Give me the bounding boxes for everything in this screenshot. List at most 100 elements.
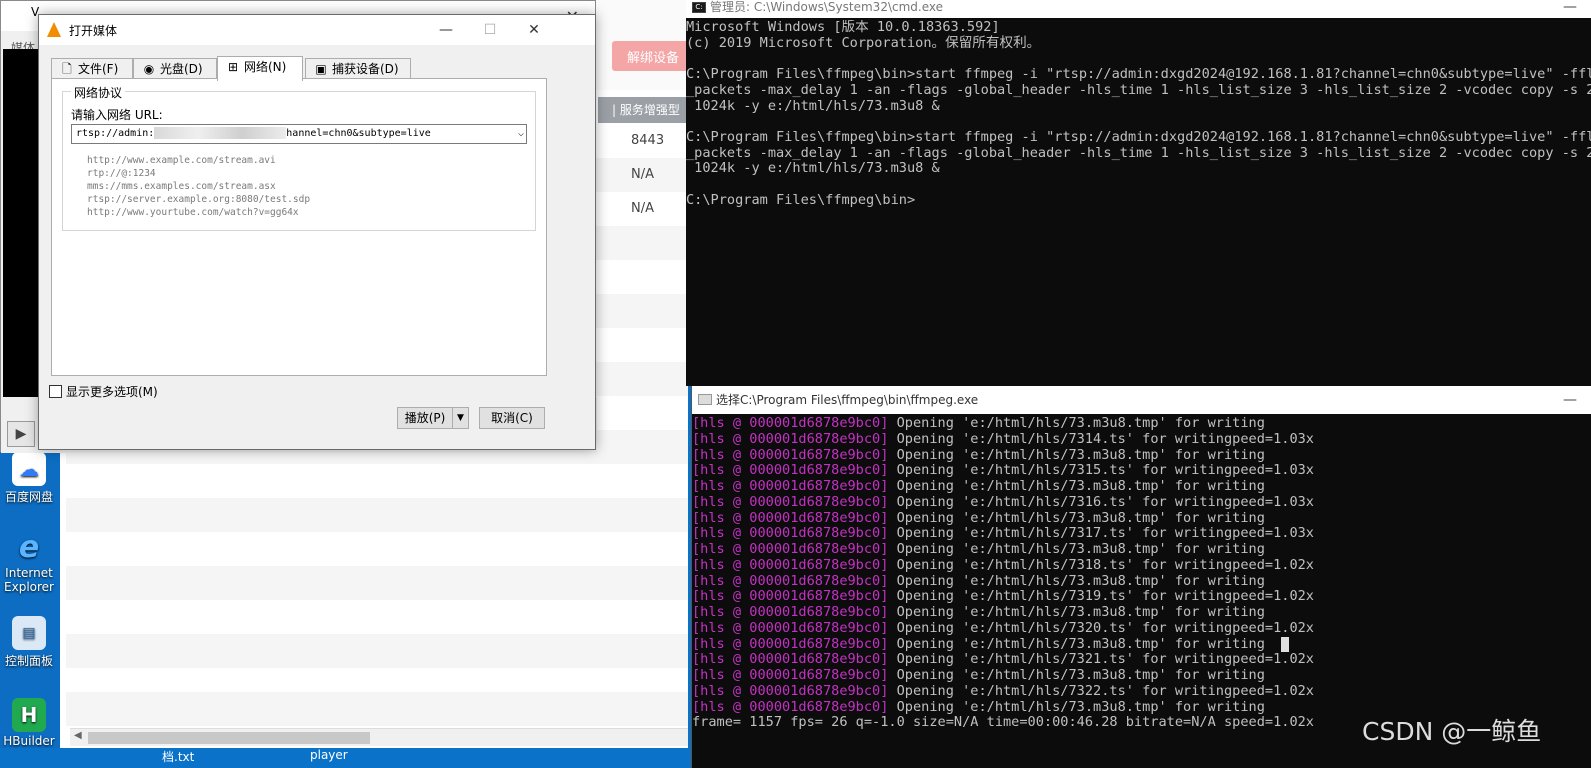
desktop-icon-label: 控制面板 bbox=[4, 654, 53, 668]
desktop-icon-ie[interactable]: e Internet Explorer bbox=[0, 529, 58, 595]
tab-network[interactable]: ⊞ 网络(N) bbox=[217, 56, 303, 81]
vlc-cone-icon bbox=[47, 22, 61, 37]
show-more-options[interactable]: 显示更多选项(M) bbox=[49, 383, 158, 400]
open-media-dialog: 打开媒体 — ☐ ✕ 🗋 文件(F) ◉ 光盘(D) ⊞ 网络(N) ▣ 捕获设… bbox=[38, 14, 596, 450]
console-line: [hls @ 000001d6878e9bc0] Opening 'e:/htm… bbox=[692, 651, 1591, 668]
unbind-device-button[interactable]: 解绑设备 bbox=[612, 41, 694, 71]
log-text: Opening 'e:/html/hls/73.m3u8.tmp' for wr… bbox=[888, 698, 1265, 715]
desktop-icon-baidu[interactable]: ☁ 百度网盘 bbox=[0, 452, 58, 505]
log-prefix: [hls @ 000001d6878e9bc0] bbox=[692, 430, 889, 447]
cmd-admin-window: C: 管理员: C:\Windows\System32\cmd.exe — Mi… bbox=[686, 0, 1591, 386]
scroll-left-icon[interactable]: ◀ bbox=[74, 730, 82, 741]
desktop-file-label[interactable]: player bbox=[310, 748, 348, 762]
log-text: Opening 'e:/html/hls/73.m3u8.tmp' for wr… bbox=[888, 478, 1265, 494]
capture-device-icon: ▣ bbox=[315, 62, 327, 76]
console-line: [hls @ 000001d6878e9bc0] Opening 'e:/htm… bbox=[692, 556, 1591, 574]
console-line: [hls @ 000001d6878e9bc0] Opening 'e:/htm… bbox=[692, 462, 1591, 479]
table-row bbox=[66, 634, 688, 668]
show-more-options-label: 显示更多选项(M) bbox=[66, 385, 158, 399]
minimize-icon[interactable]: — bbox=[1563, 0, 1577, 14]
tab-label: 网络(N) bbox=[244, 60, 287, 74]
log-prefix: [hls @ 000001d6878e9bc0] bbox=[692, 509, 889, 526]
console-line: C:\Program Files\ffmpeg\bin>start ffmpeg… bbox=[686, 128, 1591, 145]
tab-label: 捕获设备(D) bbox=[332, 62, 399, 76]
minimize-icon[interactable]: — bbox=[425, 18, 467, 42]
console-line: [hls @ 000001d6878e9bc0] Opening 'e:/htm… bbox=[692, 541, 1591, 558]
console-line: [hls @ 000001d6878e9bc0] Opening 'e:/htm… bbox=[692, 430, 1591, 448]
cmd-output[interactable]: [hls @ 000001d6878e9bc0] Opening 'e:/htm… bbox=[692, 416, 1591, 731]
play-button[interactable]: ▶ bbox=[7, 421, 35, 447]
cmd-output[interactable]: Microsoft Windows [版本 10.0.18363.592] (c)… bbox=[686, 20, 1591, 208]
baidu-netdisk-icon: ☁ bbox=[12, 452, 46, 486]
url-input[interactable]: rtsp://admin: hannel=chn0&subtype=live ⌵ bbox=[71, 124, 527, 144]
log-text: Opening 'e:/html/hls/7315.ts' for writin… bbox=[888, 462, 1314, 479]
dialog-title: 打开媒体 bbox=[69, 24, 118, 38]
console-line: [hls @ 000001d6878e9bc0] Opening 'e:/htm… bbox=[692, 683, 1591, 700]
log-text: Opening 'e:/html/hls/73.m3u8.tmp' for wr… bbox=[888, 667, 1265, 683]
cmd-icon: C: bbox=[692, 2, 706, 13]
console-line: Microsoft Windows [版本 10.0.18363.592] bbox=[686, 20, 1000, 35]
url-suffix: hannel=chn0&subtype=live bbox=[286, 128, 431, 139]
log-prefix: [hls @ 000001d6878e9bc0] bbox=[692, 416, 889, 431]
cmd-titlebar: 选择C:\Program Files\ffmpeg\bin\ffmpeg.exe… bbox=[692, 386, 1591, 414]
network-icon: ⊞ bbox=[227, 60, 239, 74]
console-line: [hls @ 000001d6878e9bc0] Opening 'e:/htm… bbox=[692, 494, 1591, 511]
table-row bbox=[66, 566, 688, 600]
log-prefix: [hls @ 000001d6878e9bc0] bbox=[692, 604, 889, 620]
console-line: 1024k -y e:/html/hls/73.m3u8 & bbox=[686, 160, 940, 177]
log-text: Opening 'e:/html/hls/73.m3u8.tmp' for wr… bbox=[888, 541, 1265, 557]
tab-label: 光盘(D) bbox=[160, 62, 203, 76]
log-prefix: [hls @ 000001d6878e9bc0] bbox=[692, 556, 889, 573]
file-icon: 🗋 bbox=[62, 62, 72, 76]
log-prefix: [hls @ 000001d6878e9bc0] bbox=[692, 635, 889, 652]
play-button[interactable]: 播放(P) bbox=[397, 407, 453, 429]
redacted-text bbox=[154, 127, 287, 139]
console-line: [hls @ 000001d6878e9bc0] Opening 'e:/htm… bbox=[692, 525, 1591, 542]
console-line: C:\Program Files\ffmpeg\bin> bbox=[686, 191, 916, 208]
play-dropdown-icon[interactable]: ▼ bbox=[453, 407, 469, 429]
watermark: CSDN @一鲸鱼 bbox=[1362, 717, 1542, 746]
cancel-button[interactable]: 取消(C) bbox=[479, 407, 545, 429]
console-line: [hls @ 000001d6878e9bc0] Opening 'e:/htm… bbox=[692, 478, 1591, 495]
log-text: Opening 'e:/html/hls/73.m3u8.tmp' for wr… bbox=[888, 446, 1265, 463]
cmd-ffmpeg-window: 选择C:\Program Files\ffmpeg\bin\ffmpeg.exe… bbox=[691, 386, 1591, 768]
log-text: Opening 'e:/html/hls/73.m3u8.tmp' for wr… bbox=[888, 509, 1265, 526]
disc-icon: ◉ bbox=[143, 62, 155, 76]
console-line: [hls @ 000001d6878e9bc0] Opening 'e:/htm… bbox=[692, 509, 1591, 527]
tab-disc[interactable]: ◉ 光盘(D) bbox=[133, 58, 217, 80]
example-line: http://www.yourtube.com/watch?v=gg64x bbox=[87, 207, 299, 218]
chevron-down-icon[interactable]: ⌵ bbox=[518, 125, 524, 143]
tab-file[interactable]: 🗋 文件(F) bbox=[51, 58, 133, 80]
console-line: (c) 2019 Microsoft Corporation。保留所有权利。 bbox=[686, 34, 1041, 51]
network-protocol-group: 网络协议 请输入网络 URL: rtsp://admin: hannel=chn0… bbox=[62, 84, 536, 231]
console-line: C:\Program Files\ffmpeg\bin>start ffmpeg… bbox=[686, 66, 1591, 83]
desktop-file-label[interactable]: 档.txt bbox=[162, 748, 194, 765]
minimize-icon[interactable]: — bbox=[1563, 386, 1577, 414]
log-prefix: [hls @ 000001d6878e9bc0] bbox=[692, 667, 889, 683]
network-panel: 网络协议 请输入网络 URL: rtsp://admin: hannel=chn0… bbox=[51, 78, 547, 376]
checkbox[interactable] bbox=[49, 385, 62, 398]
log-text: Opening 'e:/html/hls/7320.ts' for writin… bbox=[888, 619, 1314, 636]
table-cell: 8443 bbox=[631, 133, 665, 148]
horizontal-scrollbar[interactable]: ◀ bbox=[70, 728, 688, 746]
text-cursor bbox=[1280, 636, 1289, 652]
log-prefix: [hls @ 000001d6878e9bc0] bbox=[692, 619, 889, 636]
log-text: Opening 'e:/html/hls/7319.ts' for writin… bbox=[888, 588, 1314, 605]
url-prefix: rtsp://admin: bbox=[76, 128, 155, 139]
table-cell: N/A bbox=[631, 201, 654, 216]
console-line: [hls @ 000001d6878e9bc0] Opening 'e:/htm… bbox=[692, 588, 1591, 605]
scrollbar-thumb[interactable] bbox=[88, 732, 370, 744]
internet-explorer-icon: e bbox=[18, 529, 40, 565]
desktop-icon-control-panel[interactable]: ▤ 控制面板 bbox=[0, 616, 58, 669]
desktop-icon-label: 百度网盘 bbox=[4, 490, 53, 504]
close-icon[interactable]: ✕ bbox=[513, 18, 555, 42]
maximize-icon: ☐ bbox=[483, 22, 497, 38]
console-line: [hls @ 000001d6878e9bc0] Opening 'e:/htm… bbox=[692, 416, 1591, 432]
tab-capture-device[interactable]: ▣ 捕获设备(D) bbox=[305, 58, 411, 80]
console-line: 1024k -y e:/html/hls/73.m3u8 & bbox=[686, 97, 940, 114]
desktop-file-labels: 档.txt player bbox=[0, 748, 691, 768]
url-examples: http://www.example.com/stream.avi rtp://… bbox=[87, 154, 310, 219]
